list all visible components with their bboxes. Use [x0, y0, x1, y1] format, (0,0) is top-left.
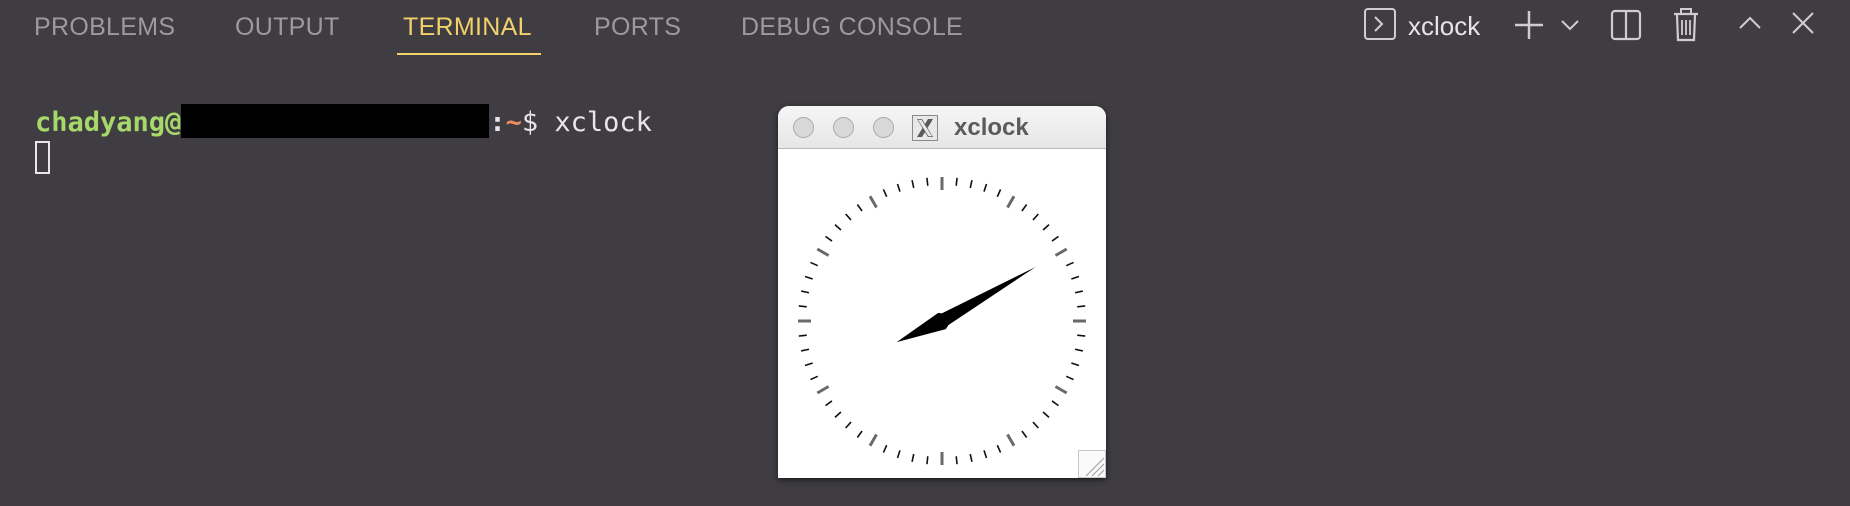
- minute-hand: [931, 267, 1036, 328]
- clock-tick: [911, 453, 915, 463]
- clock-tick: [804, 362, 813, 367]
- prompt-user: chadyang@: [35, 107, 182, 138]
- tab-debug-console[interactable]: DEBUG CONSOLE: [741, 12, 963, 42]
- clock-tick: [1054, 247, 1068, 257]
- chevron-down-icon[interactable]: [1559, 14, 1581, 50]
- xclock-titlebar[interactable]: xclock: [778, 106, 1106, 149]
- tab-ports[interactable]: PORTS: [594, 12, 681, 42]
- clock-tick: [856, 430, 863, 438]
- clock-tick: [856, 204, 863, 212]
- xclock-title: xclock: [954, 114, 1029, 141]
- clock-tick: [1077, 334, 1086, 337]
- clock-tick: [800, 290, 810, 294]
- clock-tick: [810, 261, 819, 267]
- clock-tick: [1042, 411, 1050, 418]
- clock-tick: [969, 179, 973, 189]
- chevron-up-icon[interactable]: [1737, 10, 1763, 46]
- clock-tick: [955, 456, 958, 465]
- tab-problems[interactable]: PROBLEMS: [34, 12, 175, 42]
- clock-tick: [983, 450, 988, 459]
- clock-tick: [845, 421, 852, 429]
- clock-tick: [926, 456, 929, 465]
- clock-tick: [996, 189, 1002, 198]
- clock-tick: [1051, 400, 1059, 407]
- trash-icon[interactable]: [1671, 7, 1701, 43]
- clock-tick: [1006, 195, 1016, 209]
- clock-tick: [1051, 235, 1059, 242]
- clock-tick: [996, 444, 1002, 453]
- clock-tick: [1032, 213, 1039, 221]
- redacted-hostname: [181, 104, 490, 138]
- clock-tick: [1032, 421, 1039, 429]
- clock-tick: [798, 334, 807, 337]
- window-close-button[interactable]: [793, 117, 814, 138]
- clock-tick: [896, 450, 901, 459]
- split-icon[interactable]: [1610, 8, 1642, 44]
- terminal-icon[interactable]: [1363, 7, 1397, 43]
- terminal-content[interactable]: chadyang@:~$ xclock: [35, 104, 652, 141]
- clock-tick: [1065, 375, 1074, 381]
- clock-tick: [1042, 224, 1050, 231]
- window-minimize-button[interactable]: [833, 117, 854, 138]
- tab-terminal[interactable]: TERMINAL: [403, 12, 532, 42]
- window-zoom-button[interactable]: [873, 117, 894, 138]
- terminal-cursor: [35, 141, 50, 174]
- prompt-path: ~: [505, 107, 522, 138]
- clock-tick: [868, 195, 878, 209]
- clock-tick: [882, 444, 888, 453]
- clock-tick: [969, 453, 973, 463]
- clock-tick: [926, 177, 929, 186]
- clock-tick: [868, 433, 878, 447]
- terminal-name[interactable]: xclock: [1408, 9, 1480, 43]
- xclock-window[interactable]: xclock: [778, 106, 1106, 478]
- clock-tick: [1065, 261, 1074, 267]
- clock-tick: [834, 224, 842, 231]
- clock-tick: [1054, 385, 1068, 395]
- clock-tick: [825, 400, 833, 407]
- clock-tick: [1074, 290, 1084, 294]
- clock-tick: [955, 177, 958, 186]
- resize-grip[interactable]: [1078, 450, 1106, 478]
- active-tab-indicator: [397, 53, 541, 55]
- clock-tick: [816, 247, 830, 257]
- clock-tick: [1021, 430, 1028, 438]
- clock-tick: [798, 305, 807, 308]
- clock-tick: [810, 375, 819, 381]
- clock-tick: [896, 183, 901, 192]
- clock-tick: [1006, 433, 1016, 447]
- close-icon[interactable]: [1790, 10, 1816, 46]
- clock-tick: [1071, 362, 1080, 367]
- clock-tick: [1021, 204, 1028, 212]
- clock-tick: [983, 183, 988, 192]
- clock-tick: [1074, 348, 1084, 352]
- x-window-icon: [912, 115, 938, 141]
- typed-command: $ xclock: [521, 107, 652, 138]
- clock-face: [798, 177, 1086, 465]
- clock-tick: [1077, 305, 1086, 308]
- clock-tick: [882, 189, 888, 198]
- tab-output[interactable]: OUTPUT: [235, 12, 340, 42]
- clock-tick: [800, 348, 810, 352]
- clock-tick: [845, 213, 852, 221]
- prompt-colon: :: [489, 107, 506, 138]
- clock-tick: [816, 385, 830, 395]
- clock-tick: [1071, 275, 1080, 280]
- clock-tick: [804, 275, 813, 280]
- clock-tick: [825, 235, 833, 242]
- clock-tick: [834, 411, 842, 418]
- panel-tab-bar: PROBLEMS OUTPUT TERMINAL PORTS DEBUG CON…: [0, 0, 1100, 60]
- clock-tick: [911, 179, 915, 189]
- plus-icon[interactable]: [1512, 8, 1546, 44]
